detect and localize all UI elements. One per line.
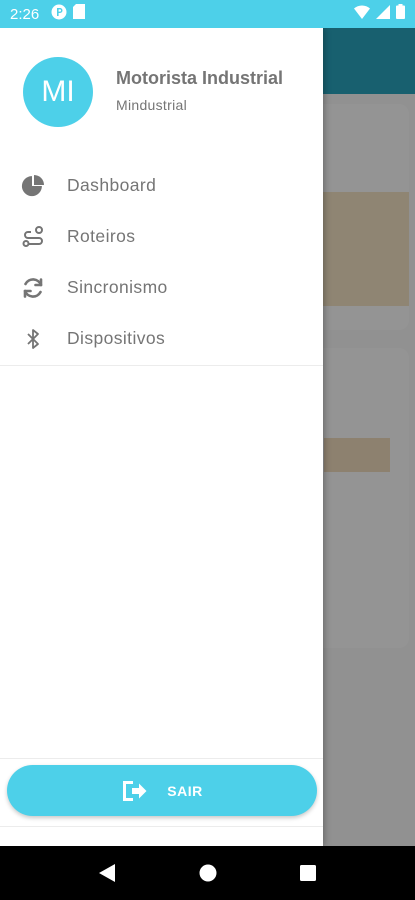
- avatar: MI: [23, 57, 93, 127]
- pie-chart-icon: [20, 173, 46, 199]
- home-icon[interactable]: [193, 858, 223, 888]
- user-name: Motorista Industrial: [116, 68, 284, 88]
- status-bar: 2:26: [0, 0, 415, 28]
- menu-item-label: Dashboard: [67, 175, 157, 195]
- logout-label: SAIR: [167, 782, 203, 799]
- footer-divider: [0, 826, 323, 827]
- route-icon: [20, 224, 46, 250]
- menu-item-dispositivos[interactable]: Dispositivos: [0, 313, 323, 364]
- system-nav-bar: [0, 846, 415, 900]
- bluetooth-icon: [20, 326, 46, 352]
- recents-icon[interactable]: [293, 858, 323, 888]
- status-right-icons: [354, 4, 405, 24]
- drawer-menu: Dashboard Roteiros Sincronismo Dispositi…: [0, 160, 323, 364]
- logout-button[interactable]: SAIR: [7, 765, 317, 816]
- sd-card-icon: [73, 4, 86, 24]
- status-time: 2:26: [10, 5, 40, 23]
- status-left-icons: [51, 4, 86, 25]
- back-icon[interactable]: [92, 858, 122, 888]
- menu-divider: [0, 365, 323, 366]
- signal-icon: [376, 4, 390, 24]
- app-screen: 2:26 MI Motorista Industrial Mindustrial…: [0, 0, 415, 900]
- menu-item-roteiros[interactable]: Roteiros: [0, 211, 323, 262]
- navigation-drawer: MI Motorista Industrial Mindustrial Dash…: [0, 28, 323, 846]
- menu-item-sincronismo[interactable]: Sincronismo: [0, 262, 323, 313]
- menu-item-label: Sincronismo: [67, 277, 168, 297]
- drawer-header: MI Motorista Industrial Mindustrial: [0, 28, 323, 152]
- battery-icon: [396, 4, 405, 24]
- notification-p-icon: [51, 4, 67, 25]
- menu-item-label: Dispositivos: [67, 328, 166, 348]
- user-company: Mindustrial: [116, 97, 187, 113]
- footer-divider: [0, 758, 323, 759]
- menu-item-label: Roteiros: [67, 226, 136, 246]
- menu-item-dashboard[interactable]: Dashboard: [0, 160, 323, 211]
- exit-icon: [121, 779, 147, 803]
- sync-icon: [20, 275, 46, 301]
- wifi-icon: [354, 4, 370, 24]
